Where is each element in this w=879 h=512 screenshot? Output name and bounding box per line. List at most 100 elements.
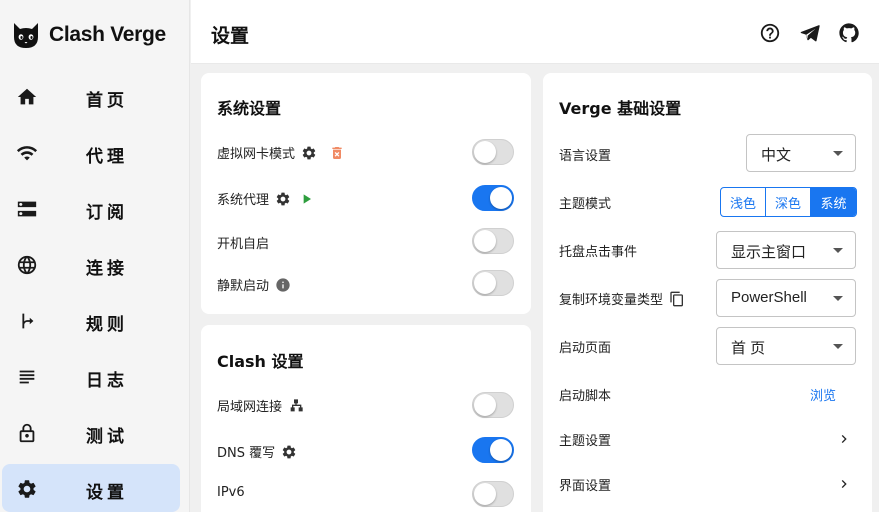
clash-settings-card: Clash 设置 局域网连接 DNS 覆写 IPv6	[201, 325, 531, 512]
brand: Clash Verge	[10, 18, 166, 52]
tray-event-select[interactable]: 显示主窗口	[716, 231, 856, 269]
gear-icon[interactable]	[275, 191, 291, 207]
dns-override-toggle[interactable]	[472, 437, 514, 463]
gear-icon	[16, 478, 38, 500]
sidebar-item-label: 首页	[86, 91, 128, 111]
card-title: 系统设置	[217, 99, 282, 118]
help-icon[interactable]	[759, 22, 781, 44]
select-value: 显示主窗口	[731, 244, 807, 261]
theme-system-button[interactable]: 系统	[811, 188, 856, 216]
sidebar-item-subscription[interactable]: 订阅	[2, 184, 180, 232]
sidebar-item-logs[interactable]: 日志	[2, 352, 180, 400]
sidebar-item-home[interactable]: 首页	[2, 72, 180, 120]
toggle-knob	[490, 187, 512, 209]
chevron-right-icon[interactable]	[836, 431, 852, 447]
tun-mode-toggle[interactable]	[472, 139, 514, 165]
page-title: 设置	[211, 25, 250, 47]
caret-down-icon	[833, 248, 843, 253]
gear-icon[interactable]	[281, 444, 297, 460]
play-icon[interactable]	[299, 191, 315, 207]
toggle-knob	[474, 230, 496, 252]
sidebar-item-proxy[interactable]: 代理	[2, 128, 180, 176]
sidebar-item-label: 代理	[86, 147, 128, 167]
silent-start-label: 静默启动	[217, 275, 291, 294]
sidebar-item-settings[interactable]: 设置	[2, 464, 180, 512]
select-value: PowerShell	[731, 289, 807, 306]
language-select[interactable]: 中文	[746, 134, 856, 172]
storage-icon	[16, 198, 38, 220]
caret-down-icon	[833, 344, 843, 349]
theme-settings-label[interactable]: 主题设置	[559, 430, 611, 449]
silent-start-toggle[interactable]	[472, 270, 514, 296]
env-type-select[interactable]: PowerShell	[716, 279, 856, 317]
theme-mode-toggle-group: 浅色 深色 系统	[720, 187, 857, 217]
lines-icon	[16, 366, 38, 388]
gear-icon[interactable]	[301, 145, 317, 161]
sidebar-item-label: 测试	[86, 427, 128, 447]
sidebar-item-label: 设置	[86, 483, 128, 503]
sidebar-item-label: 规则	[86, 315, 128, 335]
toggle-knob	[474, 141, 496, 163]
tun-mode-label: 虚拟网卡模式	[217, 143, 345, 162]
sidebar-item-label: 连接	[86, 259, 128, 279]
telegram-icon[interactable]	[799, 22, 821, 44]
card-title: Verge 基础设置	[559, 99, 682, 118]
row-label-text: 系统代理	[217, 193, 270, 208]
theme-dark-button[interactable]: 深色	[766, 188, 811, 216]
row-label-text: 虚拟网卡模式	[217, 147, 296, 162]
toggle-knob	[474, 394, 496, 416]
tray-event-label: 托盘点击事件	[559, 245, 638, 260]
caret-down-icon	[833, 296, 843, 301]
wifi-icon	[16, 142, 38, 164]
auto-launch-label: 开机自启	[217, 237, 270, 252]
row-label-text: DNS 覆写	[217, 446, 276, 461]
sidebar-item-label: 日志	[86, 371, 128, 391]
sidebar-nav: 首页 代理 订阅 连接 规则 日志 测试 设置	[0, 72, 190, 512]
network-tree-icon[interactable]	[288, 398, 304, 414]
app-name: Clash Verge	[49, 23, 166, 46]
sidebar-item-rules[interactable]: 规则	[2, 296, 180, 344]
ipv6-toggle[interactable]	[472, 481, 514, 507]
ipv6-label: IPv6	[217, 485, 245, 500]
toggle-knob	[474, 483, 496, 505]
caret-down-icon	[833, 151, 843, 156]
fork-arrow-icon	[16, 310, 38, 332]
start-script-label: 启动脚本	[559, 389, 612, 404]
copy-icon[interactable]	[669, 291, 685, 307]
ui-settings-label[interactable]: 界面设置	[559, 475, 611, 494]
system-proxy-label: 系统代理	[217, 189, 315, 208]
row-label-text: 复制环境变量类型	[559, 293, 664, 308]
sidebar-item-connections[interactable]: 连接	[2, 240, 180, 288]
theme-mode-label: 主题模式	[559, 197, 612, 212]
sidebar: Clash Verge 首页 代理 订阅 连接 规则 日志 测试 设置	[0, 0, 190, 512]
env-type-label: 复制环境变量类型	[559, 289, 685, 308]
toggle-knob	[474, 272, 496, 294]
verge-settings-card: Verge 基础设置 语言设置 中文 主题模式 浅色 深色 系统 托盘点击事件 …	[543, 73, 872, 512]
language-label: 语言设置	[559, 149, 612, 164]
lock-icon	[16, 422, 38, 444]
info-icon[interactable]	[275, 277, 291, 293]
card-title: Clash 设置	[217, 352, 304, 371]
theme-light-button[interactable]: 浅色	[721, 188, 766, 216]
row-label-text: 局域网连接	[217, 400, 283, 415]
cat-logo-icon	[14, 23, 38, 48]
start-page-label: 启动页面	[559, 341, 612, 356]
chevron-right-icon[interactable]	[836, 476, 852, 492]
delete-forever-icon[interactable]	[329, 145, 345, 161]
page-header: 设置	[191, 0, 879, 64]
browse-button[interactable]: 浏览	[810, 385, 836, 404]
home-icon	[16, 86, 38, 108]
dns-override-label: DNS 覆写	[217, 442, 297, 461]
select-value: 首 页	[731, 340, 766, 357]
sidebar-item-test[interactable]: 测试	[2, 408, 180, 456]
allow-lan-label: 局域网连接	[217, 396, 304, 415]
system-proxy-toggle[interactable]	[472, 185, 514, 211]
auto-launch-toggle[interactable]	[472, 228, 514, 254]
row-label-text: 静默启动	[217, 279, 270, 294]
allow-lan-toggle[interactable]	[472, 392, 514, 418]
system-settings-card: 系统设置 虚拟网卡模式 系统代理 开机自启 静默启动	[201, 73, 531, 314]
github-icon[interactable]	[838, 22, 860, 44]
select-value: 中文	[761, 147, 792, 164]
sidebar-item-label: 订阅	[86, 203, 128, 223]
start-page-select[interactable]: 首 页	[716, 327, 856, 365]
